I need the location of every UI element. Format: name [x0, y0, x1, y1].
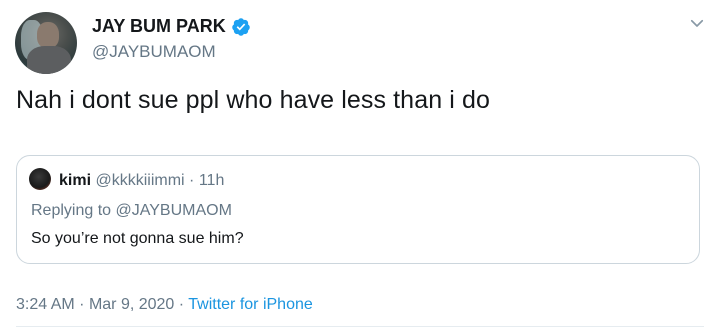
quote-replying-to: Replying to @JAYBUMAOM: [31, 202, 232, 220]
quote-time[interactable]: 11h: [199, 172, 225, 189]
meta-separator: ·: [79, 296, 85, 313]
quoted-tweet[interactable]: kimi @kkkkiiimmi · 11h Replying to @JAYB…: [16, 155, 700, 264]
avatar[interactable]: [15, 12, 77, 74]
chevron-down-icon[interactable]: [688, 14, 706, 32]
quote-header: kimi @kkkkiiimmi · 11h: [59, 172, 224, 190]
quote-author-name[interactable]: kimi: [59, 172, 91, 189]
quote-separator: ·: [189, 172, 195, 189]
tweet-text: Nah i dont sue ppl who have less than i …: [16, 86, 490, 114]
tweet-metadata: 3:24 AM · Mar 9, 2020 · Twitter for iPho…: [16, 296, 313, 314]
meta-separator: ·: [178, 296, 185, 313]
quote-text: So you’re not gonna sue him?: [31, 230, 244, 247]
tweet-time[interactable]: 3:24 AM: [16, 296, 75, 313]
verified-badge-icon: [231, 17, 250, 36]
quote-author-handle[interactable]: @kkkkiiimmi: [95, 172, 184, 189]
divider: [16, 326, 704, 327]
author-name-row: JAY BUM PARK: [92, 16, 251, 37]
quote-avatar[interactable]: [29, 168, 51, 190]
replying-prefix: Replying to: [31, 202, 112, 219]
tweet-card: JAY BUM PARK @JAYBUMAOM Nah i dont sue p…: [0, 0, 720, 335]
author-display-name[interactable]: JAY BUM PARK: [92, 16, 226, 37]
avatar-head: [37, 22, 59, 48]
avatar-body: [27, 46, 71, 74]
tweet-date[interactable]: Mar 9, 2020: [89, 296, 174, 313]
author-handle[interactable]: @JAYBUMAOM: [92, 42, 216, 62]
replying-mention[interactable]: @JAYBUMAOM: [116, 202, 232, 219]
tweet-source-link[interactable]: Twitter for iPhone: [188, 296, 313, 313]
